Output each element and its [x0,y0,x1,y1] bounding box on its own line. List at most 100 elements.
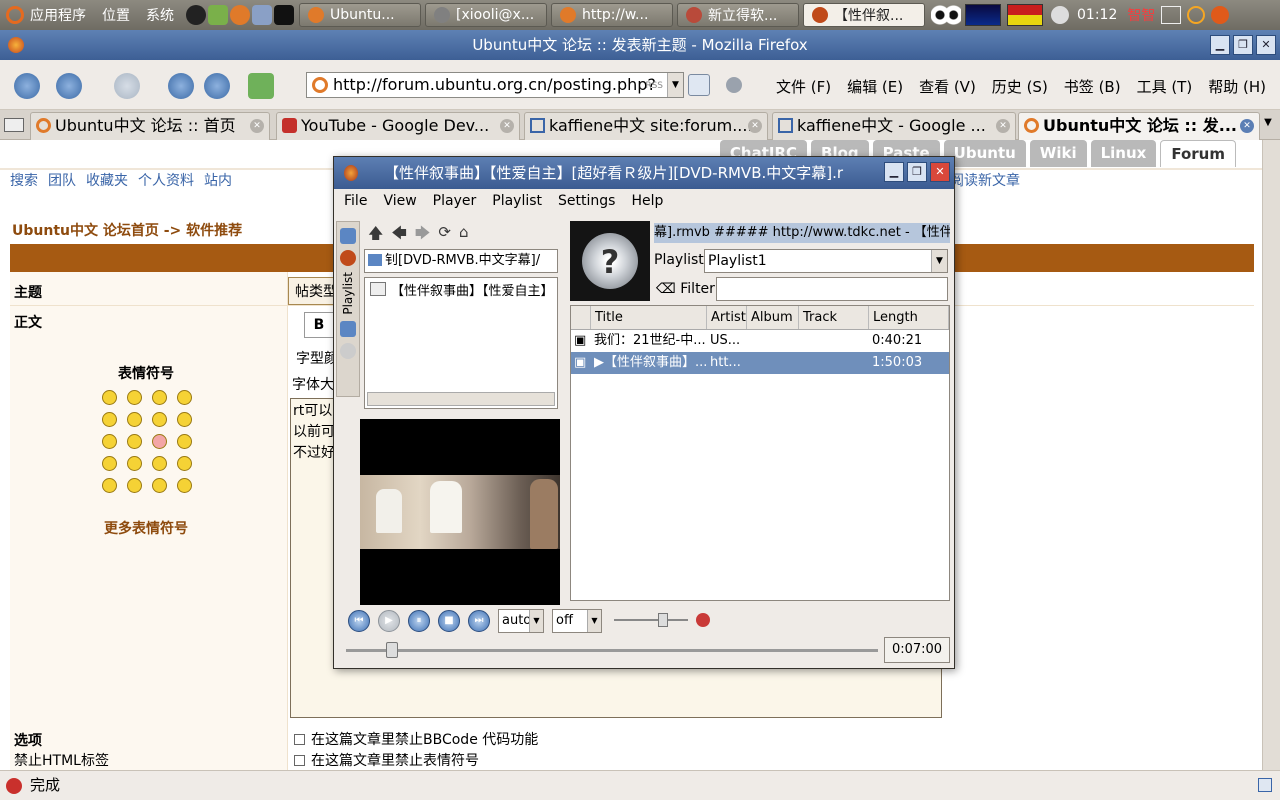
nav-search[interactable]: 搜索 [10,170,38,190]
smiley-icon[interactable] [102,390,117,405]
menu-edit[interactable]: 编辑 (E) [847,76,903,97]
tab-close-icon[interactable]: ✕ [500,119,514,133]
volume-slider-handle[interactable] [658,613,668,627]
playlist-select[interactable]: Playlist1 ▼ [704,249,948,273]
reload-icon[interactable]: ⟳ [438,223,451,248]
tab-close-icon[interactable]: ✕ [250,119,264,133]
smiley-icon[interactable] [102,412,117,427]
start-tab-icon[interactable] [340,228,356,244]
firefox-launcher-icon[interactable] [230,5,250,25]
checkbox[interactable] [294,734,305,745]
menu-view[interactable]: 查看 (V) [919,76,976,97]
file-browser-scrollbar[interactable] [367,392,555,406]
clock[interactable]: 01:12 [1077,7,1117,23]
close-icon[interactable]: ✕ [930,162,950,182]
power-icon[interactable] [1187,6,1206,24]
maximize-icon[interactable]: ❐ [1233,35,1253,55]
network-icon[interactable] [252,5,272,25]
tab-close-icon[interactable]: ✕ [996,119,1010,133]
task-http[interactable]: http://w... [551,3,673,27]
site-tab-forum[interactable]: Forum [1160,140,1236,167]
filter-input[interactable] [716,277,948,301]
home-icon[interactable] [204,73,230,99]
player-menu-settings[interactable]: Settings [558,193,615,209]
menu-help[interactable]: 帮助 (H) [1208,76,1266,97]
volume-icon[interactable] [1051,6,1069,24]
url-input[interactable]: http://forum.ubuntu.org.cn/posting.php? … [306,72,684,98]
kaffeine-tab-icon[interactable] [340,250,356,266]
smiley-icon[interactable] [152,434,167,449]
tab-menu-icon[interactable]: ▼ [1260,117,1276,133]
adblock-icon[interactable] [6,778,22,794]
breadcrumb[interactable]: Ubuntu中文 论坛首页 -> 软件推荐 [12,220,242,240]
column-track[interactable]: Track [799,306,869,329]
smiley-icon[interactable] [127,390,142,405]
smiley-icon[interactable] [152,456,167,471]
option-disable-smilies[interactable]: 在这篇文章里禁止表情符号 [294,751,538,770]
forward-icon[interactable]: 🡆 [415,223,431,248]
tab-forum-post[interactable]: Ubuntu中文 论坛 :: 发... ✕ [1018,112,1260,140]
player-menu-player[interactable]: Player [433,193,477,209]
smiley-icon[interactable] [177,390,192,405]
menu-file[interactable]: 文件 (F) [776,76,831,97]
aspect-select[interactable]: auto ▼ [498,609,544,633]
site-tab-ubuntu[interactable]: Ubuntu [943,140,1026,167]
tab-google-search-2[interactable]: kaffiene中文 - Google ... ✕ [772,112,1016,140]
tab-youtube[interactable]: YouTube - Google Dev... ✕ [276,112,520,140]
option-disable-bbcode[interactable]: 在这篇文章里禁止BBCode 代码功能 [294,730,538,751]
table-row[interactable]: ▣ ▶【性伴叙事曲】... htt... 1:50:03 [571,352,949,374]
tab-list-icon[interactable] [4,118,24,132]
nav-favorites[interactable]: 收藏夹 [86,170,128,190]
seek-slider-handle[interactable] [386,642,398,658]
smiley-icon[interactable] [127,456,142,471]
bold-button[interactable]: B [304,312,334,338]
menu-applications[interactable]: 应用程序 [30,5,86,25]
tab-forum-home[interactable]: Ubuntu中文 论坛 :: 首页 ✕ [30,112,270,140]
smiley-icon[interactable] [127,478,142,493]
player-menu-playlist[interactable]: Playlist [492,193,542,209]
url-dropdown-icon[interactable]: ▼ [667,73,683,97]
pause-icon[interactable]: ⏸ [408,610,430,632]
qq-icon[interactable] [186,5,206,25]
chevron-down-icon[interactable]: ▼ [529,610,543,632]
smiley-icon[interactable] [152,412,167,427]
task-kaffeine[interactable]: 【性伴叙... [803,3,925,27]
table-row[interactable]: ▣ 我们：21世纪-中... US... 0:40:21 [571,330,949,352]
download-icon[interactable] [168,73,194,99]
checkbox[interactable] [294,755,305,766]
menu-tools[interactable]: 工具 (T) [1137,76,1193,97]
column-album[interactable]: Album [747,306,799,329]
minimize-icon[interactable]: ▁ [1210,35,1230,55]
maximize-icon[interactable]: ❐ [907,162,927,182]
smiley-icon[interactable] [152,478,167,493]
smiley-icon[interactable] [177,412,192,427]
video-output[interactable] [360,419,560,605]
smiley-icon[interactable] [177,434,192,449]
mute-icon[interactable] [696,613,710,627]
pidgin-icon[interactable] [208,5,228,25]
previous-icon[interactable]: ⏮ [348,610,370,632]
go-button[interactable] [688,74,710,96]
subtitle-select[interactable]: off ▼ [552,609,602,633]
nav-messages[interactable]: 站内 [204,170,232,190]
back-icon[interactable]: 🡄 [391,223,407,248]
tab-close-icon[interactable]: ✕ [1240,119,1254,133]
firefox-titlebar[interactable]: Ubuntu中文 论坛 :: 发表新主题 - Mozilla Firefox ▁… [0,30,1280,60]
chevron-down-icon[interactable]: ▼ [931,250,947,272]
kaffeine-window[interactable]: 【性伴叙事曲】【性爱自主】[超好看Ｒ级片][DVD-RMVB.中文字幕].r ▁… [333,156,955,669]
smiley-icon[interactable] [177,456,192,471]
extension-icon[interactable] [726,77,742,93]
page-scrollbar[interactable] [1262,140,1280,770]
column-title[interactable]: Title [591,306,707,329]
more-smilies-link[interactable]: 更多表情符号 [104,518,188,538]
player-titlebar[interactable]: 【性伴叙事曲】【性爱自主】[超好看Ｒ级片][DVD-RMVB.中文字幕].r ▁… [334,157,954,189]
nav-team[interactable]: 团队 [48,170,76,190]
menu-system[interactable]: 系统 [146,5,174,25]
file-browser[interactable]: 【性伴叙事曲】【性爱自主】 [364,277,558,409]
forward-icon[interactable] [114,73,140,99]
security-icon[interactable] [1258,778,1272,792]
smiley-icon[interactable] [102,478,117,493]
new-tab-icon[interactable] [14,73,40,99]
menu-history[interactable]: 历史 (S) [992,76,1048,97]
nav-read-new[interactable]: 阅读新文章 [950,170,1020,190]
